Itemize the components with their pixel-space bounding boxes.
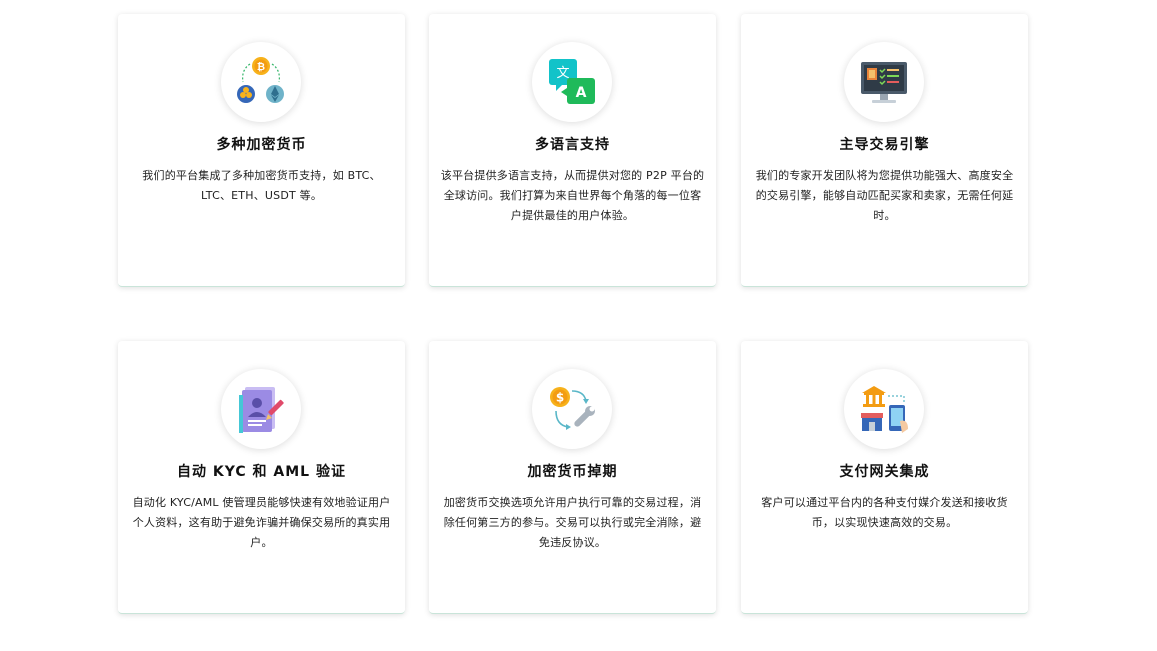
cryptocurrency-icon: ₿ bbox=[221, 42, 301, 122]
features-grid: ₿ 多种加密货币 我们的平台集成了多种加密货币支持，如 BTC、LTC、ETH、… bbox=[0, 0, 1157, 651]
swap-tools-icon: $ bbox=[532, 369, 612, 449]
svg-text:文: 文 bbox=[556, 66, 569, 81]
feature-description: 我们的专家开发团队将为您提供功能强大、高度安全的交易引擎，能够自动匹配买家和卖家… bbox=[755, 169, 1014, 222]
feature-title: 加密货币掉期 bbox=[527, 464, 618, 480]
feature-title: 自动 KYC 和 AML 验证 bbox=[177, 464, 346, 480]
feature-card-payment-gateway: 支付网关集成 客户可以通过平台内的各种支付媒介发送和接收货币，以实现快速高效的交… bbox=[741, 341, 1028, 614]
feature-description: 客户可以通过平台内的各种支付媒介发送和接收货币，以实现快速高效的交易。 bbox=[761, 496, 1008, 529]
translate-icon: 文 A bbox=[532, 42, 612, 122]
kyc-document-icon bbox=[221, 369, 301, 449]
feature-description: 我们的平台集成了多种加密货币支持，如 BTC、LTC、ETH、USDT 等。 bbox=[142, 169, 381, 202]
feature-title: 多种加密货币 bbox=[216, 137, 307, 153]
feature-card-kyc-aml: 自动 KYC 和 AML 验证 自动化 KYC/AML 使管理员能够快速有效地验… bbox=[118, 341, 405, 614]
feature-description: 自动化 KYC/AML 使管理员能够快速有效地验证用户个人资料，这有助于避免诈骗… bbox=[132, 496, 391, 549]
feature-description: 该平台提供多语言支持，从而提供对您的 P2P 平台的全球访问。我们打算为来自世界… bbox=[440, 169, 705, 222]
svg-text:A: A bbox=[576, 85, 587, 101]
feature-card-multi-crypto: ₿ 多种加密货币 我们的平台集成了多种加密货币支持，如 BTC、LTC、ETH、… bbox=[118, 14, 405, 287]
feature-card-multi-language: 文 A 多语言支持 该平台提供多语言支持，从而提供对您的 P2P 平台的全球访问… bbox=[429, 14, 716, 287]
feature-card-trading-engine: 主导交易引擎 我们的专家开发团队将为您提供功能强大、高度安全的交易引擎，能够自动… bbox=[741, 14, 1028, 287]
trading-monitor-icon bbox=[844, 42, 924, 122]
payment-gateway-icon bbox=[844, 369, 924, 449]
feature-title: 支付网关集成 bbox=[839, 464, 930, 480]
feature-card-crypto-swap: $ 加密货币掉期 加密货币交换选项允许用户执行可靠的交易过程，消除任何第三方的参… bbox=[429, 341, 716, 614]
svg-text:$: $ bbox=[556, 391, 564, 405]
feature-title: 主导交易引擎 bbox=[839, 137, 930, 153]
svg-text:₿: ₿ bbox=[257, 61, 265, 73]
feature-description: 加密货币交换选项允许用户执行可靠的交易过程，消除任何第三方的参与。交易可以执行或… bbox=[443, 496, 702, 549]
feature-title: 多语言支持 bbox=[535, 137, 610, 153]
